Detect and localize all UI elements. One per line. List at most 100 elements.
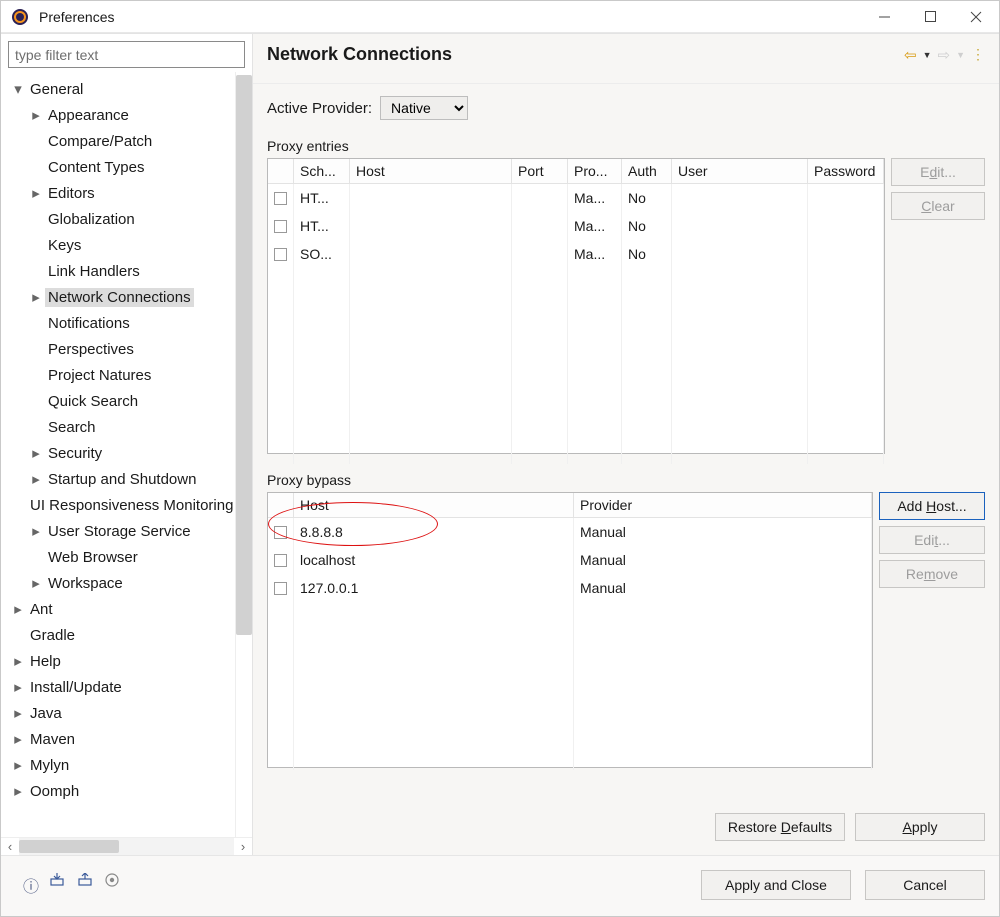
export-prefs-icon[interactable] bbox=[77, 873, 95, 887]
active-provider-select[interactable]: Native bbox=[380, 96, 468, 120]
twisty-icon[interactable]: ▸ bbox=[9, 678, 27, 696]
row-checkbox[interactable] bbox=[274, 554, 287, 567]
import-prefs-icon[interactable] bbox=[49, 873, 67, 887]
preferences-window: Preferences ▾General▸AppearanceCompare/P… bbox=[0, 0, 1000, 917]
tree-item[interactable]: ▸Network Connections bbox=[3, 284, 235, 310]
twisty-icon[interactable]: ▸ bbox=[27, 288, 45, 306]
table-row[interactable] bbox=[268, 742, 872, 770]
table-row[interactable] bbox=[268, 658, 872, 686]
bypass-add-host-button[interactable]: Add Host... bbox=[879, 492, 985, 520]
tree-item[interactable]: ▸Security bbox=[3, 440, 235, 466]
tree-item[interactable]: ▸Startup and Shutdown bbox=[3, 466, 235, 492]
twisty-icon[interactable]: ▸ bbox=[9, 704, 27, 722]
entries-clear-button[interactable]: Clear bbox=[891, 192, 985, 220]
apply-and-close-button[interactable]: Apply and Close bbox=[701, 870, 851, 900]
tree-item[interactable]: Project Natures bbox=[3, 362, 235, 388]
tree-item[interactable]: ▸Oomph bbox=[3, 778, 235, 804]
twisty-icon[interactable]: ▸ bbox=[9, 600, 27, 618]
table-row[interactable]: localhostManual bbox=[268, 546, 872, 574]
tree-item[interactable]: Globalization bbox=[3, 206, 235, 232]
forward-menu-icon: ▼ bbox=[956, 50, 965, 60]
tree-item[interactable]: UI Responsiveness Monitoring bbox=[3, 492, 235, 518]
tree-item[interactable]: Quick Search bbox=[3, 388, 235, 414]
view-menu-icon[interactable]: ⋮ bbox=[971, 46, 985, 63]
oomph-record-icon[interactable] bbox=[105, 873, 119, 887]
twisty-icon[interactable]: ▸ bbox=[9, 756, 27, 774]
tree-item-label: Web Browser bbox=[45, 548, 141, 567]
twisty-icon[interactable]: ▸ bbox=[27, 106, 45, 124]
tree-item[interactable]: ▸Appearance bbox=[3, 102, 235, 128]
table-row[interactable] bbox=[268, 380, 884, 408]
table-row[interactable]: SO...Ma...No bbox=[268, 240, 884, 268]
tree-item[interactable]: Search bbox=[3, 414, 235, 440]
apply-button[interactable]: Apply bbox=[855, 813, 985, 841]
back-icon[interactable]: ⇦ bbox=[904, 46, 917, 64]
twisty-icon[interactable]: ▾ bbox=[9, 80, 27, 98]
cancel-button[interactable]: Cancel bbox=[865, 870, 985, 900]
tree-item[interactable]: ▸Workspace bbox=[3, 570, 235, 596]
twisty-icon[interactable]: ▸ bbox=[27, 574, 45, 592]
table-row[interactable] bbox=[268, 324, 884, 352]
tree-item[interactable]: Link Handlers bbox=[3, 258, 235, 284]
tree-item[interactable]: Gradle bbox=[3, 622, 235, 648]
table-row[interactable] bbox=[268, 436, 884, 464]
filter-input[interactable] bbox=[8, 41, 245, 68]
entries-edit-button[interactable]: Edit... bbox=[891, 158, 985, 186]
twisty-icon[interactable]: ▸ bbox=[27, 184, 45, 202]
table-row[interactable]: 8.8.8.8Manual bbox=[268, 518, 872, 546]
tree-vscrollbar[interactable] bbox=[235, 72, 252, 837]
title-bar: Preferences bbox=[1, 1, 999, 33]
tree-item[interactable]: ▸Java bbox=[3, 700, 235, 726]
table-row[interactable] bbox=[268, 686, 872, 714]
table-row[interactable] bbox=[268, 602, 872, 630]
bypass-remove-button[interactable]: Remove bbox=[879, 560, 985, 588]
back-menu-icon[interactable]: ▼ bbox=[923, 50, 932, 60]
tree-hscrollbar[interactable]: ‹› bbox=[1, 837, 252, 855]
row-checkbox[interactable] bbox=[274, 582, 287, 595]
twisty-icon[interactable]: ▸ bbox=[27, 444, 45, 462]
proxy-entries-table[interactable]: Sch... Host Port Pro... Auth User Passwo… bbox=[267, 158, 885, 454]
tree-item[interactable]: ▸Help bbox=[3, 648, 235, 674]
table-row[interactable] bbox=[268, 408, 884, 436]
row-checkbox[interactable] bbox=[274, 192, 287, 205]
tree-item[interactable]: Compare/Patch bbox=[3, 128, 235, 154]
table-row[interactable]: HT...Ma...No bbox=[268, 184, 884, 212]
tree-item[interactable]: Web Browser bbox=[3, 544, 235, 570]
proxy-bypass-table[interactable]: Host Provider 8.8.8.8ManuallocalhostManu… bbox=[267, 492, 873, 768]
row-checkbox[interactable] bbox=[274, 248, 287, 261]
tree-item[interactable]: ▸Ant bbox=[3, 596, 235, 622]
tree-item[interactable]: ▸Maven bbox=[3, 726, 235, 752]
twisty-icon[interactable]: ▸ bbox=[27, 522, 45, 540]
tree-item[interactable]: ▸Mylyn bbox=[3, 752, 235, 778]
help-icon[interactable]: ⓘ bbox=[23, 873, 39, 897]
twisty-icon[interactable]: ▸ bbox=[9, 730, 27, 748]
table-row[interactable]: 127.0.0.1Manual bbox=[268, 574, 872, 602]
table-row[interactable] bbox=[268, 268, 884, 296]
tree-item[interactable]: ▸Install/Update bbox=[3, 674, 235, 700]
table-row[interactable] bbox=[268, 352, 884, 380]
twisty-icon[interactable]: ▸ bbox=[27, 470, 45, 488]
content-area: Network Connections ⇦ ▼ ⇨ ▼ ⋮ Active Pro… bbox=[253, 34, 999, 855]
tree-item[interactable]: Keys bbox=[3, 232, 235, 258]
table-row[interactable] bbox=[268, 630, 872, 658]
minimize-button[interactable] bbox=[861, 1, 907, 33]
tree-item[interactable]: Content Types bbox=[3, 154, 235, 180]
bypass-edit-button[interactable]: Edit... bbox=[879, 526, 985, 554]
row-checkbox[interactable] bbox=[274, 220, 287, 233]
tree-item-label: Startup and Shutdown bbox=[45, 470, 199, 489]
restore-defaults-button[interactable]: Restore Defaults bbox=[715, 813, 845, 841]
tree-item[interactable]: ▸Editors bbox=[3, 180, 235, 206]
preference-tree[interactable]: ▾General▸AppearanceCompare/PatchContent … bbox=[1, 72, 235, 837]
table-row[interactable] bbox=[268, 714, 872, 742]
close-button[interactable] bbox=[953, 1, 999, 33]
twisty-icon[interactable]: ▸ bbox=[9, 782, 27, 800]
table-row[interactable]: HT...Ma...No bbox=[268, 212, 884, 240]
tree-item[interactable]: Notifications bbox=[3, 310, 235, 336]
tree-item[interactable]: Perspectives bbox=[3, 336, 235, 362]
table-row[interactable] bbox=[268, 296, 884, 324]
tree-item[interactable]: ▾General bbox=[3, 76, 235, 102]
maximize-button[interactable] bbox=[907, 1, 953, 33]
tree-item[interactable]: ▸User Storage Service bbox=[3, 518, 235, 544]
row-checkbox[interactable] bbox=[274, 526, 287, 539]
twisty-icon[interactable]: ▸ bbox=[9, 652, 27, 670]
